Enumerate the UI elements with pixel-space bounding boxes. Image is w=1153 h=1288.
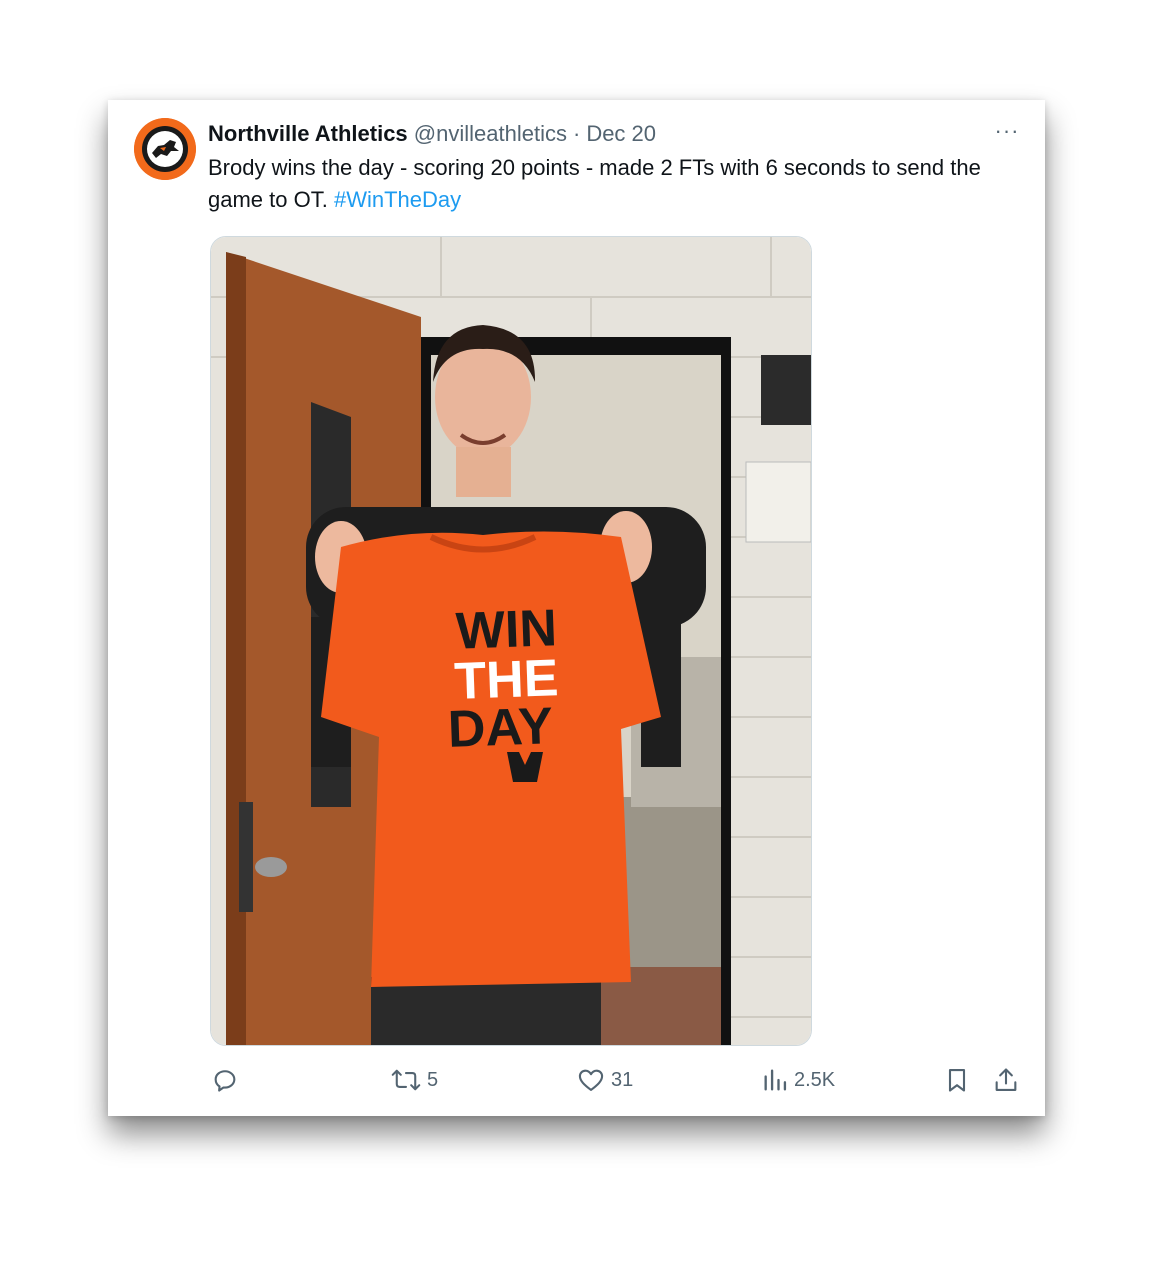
- bookmark-button[interactable]: [944, 1062, 970, 1098]
- bookmark-icon: [948, 1069, 966, 1092]
- tweet-text: Brody wins the day - scoring 20 points -…: [208, 152, 1028, 216]
- retweet-icon: [391, 1069, 421, 1091]
- tweet-header: Northville Athletics @nvilleathletics · De…: [208, 119, 656, 149]
- separator-dot: ·: [572, 121, 581, 146]
- hashtag-link[interactable]: #WinTheDay: [334, 187, 461, 212]
- tweet-date[interactable]: Dec 20: [586, 121, 656, 146]
- heart-icon: [578, 1069, 604, 1091]
- retweet-button[interactable]: 5: [391, 1062, 438, 1098]
- like-button[interactable]: 31: [577, 1062, 633, 1098]
- avatar[interactable]: [134, 118, 196, 180]
- views-button[interactable]: 2.5K: [762, 1062, 835, 1098]
- more-options-button[interactable]: ···: [992, 120, 1022, 144]
- share-button[interactable]: [992, 1062, 1020, 1098]
- tweet-actions: 5 31 2.5K: [108, 1062, 1045, 1098]
- views-icon: [764, 1069, 787, 1091]
- tweet-photo[interactable]: WIN THE DAY: [210, 236, 812, 1046]
- like-count: 31: [611, 1068, 634, 1091]
- views-count: 2.5K: [794, 1068, 836, 1091]
- reply-icon: [214, 1070, 236, 1092]
- photo-student-holding-orange-shirt-icon: WIN THE DAY: [211, 237, 811, 1045]
- author-name[interactable]: Northville Athletics: [208, 121, 408, 146]
- author-handle[interactable]: @nvilleathletics: [414, 121, 567, 146]
- tweet-body: Brody wins the day - scoring 20 points -…: [208, 155, 981, 212]
- northville-mustangs-logo-icon: [134, 118, 196, 180]
- reply-button[interactable]: [211, 1062, 245, 1098]
- retweet-count: 5: [427, 1068, 439, 1091]
- shirt-text-day: DAY: [447, 697, 554, 759]
- tweet-card[interactable]: Northville Athletics @nvilleathletics · De…: [108, 100, 1045, 1116]
- share-icon: [995, 1068, 1017, 1091]
